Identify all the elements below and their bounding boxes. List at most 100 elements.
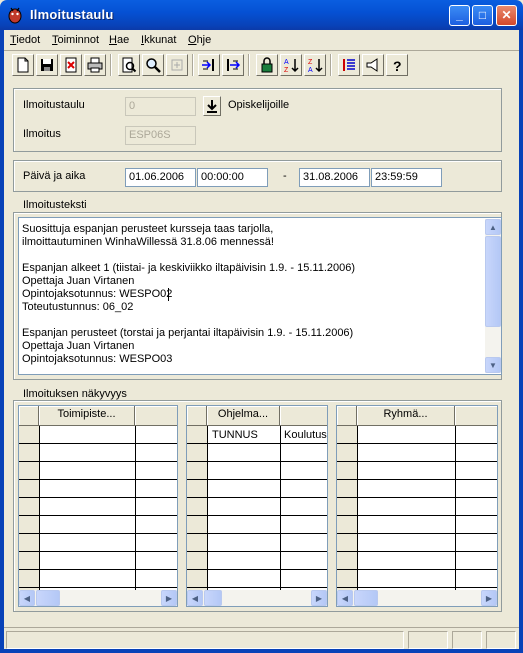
grid-col-line [207, 426, 208, 590]
delete-icon [65, 57, 77, 73]
new-icon [17, 57, 29, 73]
grid-cell[interactable]: TUNNUS [212, 429, 258, 441]
broadcast-button[interactable] [362, 54, 384, 76]
menu-divider [4, 50, 519, 51]
text-line: Opintojaksotunnus: WESPO02 [22, 288, 173, 300]
close-button[interactable]: ✕ [496, 5, 517, 26]
save-button[interactable] [36, 54, 58, 76]
grid-col-line [357, 426, 358, 590]
close-icon: ✕ [501, 8, 512, 22]
start-time-field[interactable]: 00:00:00 [197, 168, 268, 187]
import-button[interactable] [198, 54, 220, 76]
scroll-up-button[interactable]: ▲ [485, 219, 501, 235]
text-cursor [168, 288, 169, 301]
grid-col-line [135, 426, 136, 590]
grid-toimipiste[interactable]: Toimipiste... ◀ ▶ [18, 405, 178, 607]
lock-button[interactable] [256, 54, 278, 76]
list-icon [343, 59, 355, 71]
download-arrow-icon [207, 100, 217, 113]
print-button[interactable] [84, 54, 106, 76]
grid-col-line [39, 426, 40, 590]
notice-textarea[interactable]: Suosittuja espanjan perusteet kursseja t… [18, 217, 502, 375]
maximize-button[interactable]: □ [472, 5, 493, 26]
text-line: Espanjan alkeet 1 (tiistai- ja keskiviik… [22, 262, 356, 274]
grid-cell[interactable]: Koulutus [284, 429, 327, 441]
board-picker-button[interactable] [203, 96, 221, 116]
menu-hae[interactable]: Hae [109, 32, 129, 48]
list-button[interactable] [338, 54, 360, 76]
chevron-left-icon: ◀ [191, 593, 199, 603]
notice-label: Ilmoitus [23, 128, 61, 140]
status-divider [4, 627, 519, 628]
scroll-right-button[interactable]: ▶ [161, 590, 177, 606]
scroll-thumb[interactable] [354, 590, 378, 606]
text-line: Toteutustunnus: 06_02 [22, 301, 134, 313]
notice-field[interactable]: ESP06S [125, 126, 196, 145]
text-line: Espanjan perusteet (torstai ja perjantai… [22, 327, 354, 339]
scroll-right-button[interactable]: ▶ [311, 590, 327, 606]
text-line: Opettaja Juan Virtanen [22, 340, 135, 352]
minimize-button[interactable]: _ [449, 5, 470, 26]
text-line: ilmoittautuminen WinhaWillessä 31.8.06 m… [22, 236, 274, 248]
status-panel [408, 631, 448, 649]
scroll-thumb[interactable] [36, 590, 60, 606]
board-field[interactable]: 0 [125, 97, 196, 116]
scroll-left-button[interactable]: ◀ [337, 590, 353, 606]
preview-button[interactable] [118, 54, 140, 76]
sort-asc-button[interactable]: AZ [280, 54, 302, 76]
insert-button[interactable] [166, 54, 188, 76]
grid-header[interactable]: Ryhmä... [357, 406, 455, 426]
grid-hscrollbar[interactable]: ◀ ▶ [19, 590, 177, 606]
grid-corner [19, 406, 39, 426]
svg-text:?: ? [393, 58, 402, 73]
chevron-down-icon: ▼ [489, 360, 497, 370]
delete-button[interactable] [60, 54, 82, 76]
grid-header-extra[interactable] [455, 406, 497, 426]
start-date-field[interactable]: 01.06.2006 [125, 168, 196, 187]
scroll-right-button[interactable]: ▶ [481, 590, 497, 606]
window-title: Ilmoitustaulu [30, 7, 114, 22]
export-button[interactable] [222, 54, 244, 76]
svg-text:A: A [284, 59, 289, 66]
scroll-thumb[interactable] [204, 590, 222, 606]
help-button[interactable]: ? [386, 54, 408, 76]
date-separator: - [283, 170, 287, 182]
grid-header[interactable]: Ohjelma... [207, 406, 280, 426]
toolbar-separator [110, 54, 112, 76]
insert-icon [171, 59, 183, 71]
menu-ohje[interactable]: Ohje [188, 32, 211, 48]
grid-header[interactable]: Toimipiste... [39, 406, 135, 426]
scroll-thumb[interactable] [485, 236, 501, 327]
chevron-left-icon: ◀ [23, 593, 31, 603]
window-frame-bottom [0, 649, 523, 653]
menu-toiminnot[interactable]: Toiminnot [52, 32, 99, 48]
grid-corner [337, 406, 357, 426]
end-time-field[interactable]: 23:59:59 [371, 168, 442, 187]
grid-hscrollbar[interactable]: ◀ ▶ [337, 590, 497, 606]
grid-rows[interactable] [19, 426, 177, 590]
chevron-left-icon: ◀ [341, 593, 349, 603]
status-panel [452, 631, 482, 649]
end-date-field[interactable]: 31.08.2006 [299, 168, 370, 187]
grid-hscrollbar[interactable]: ◀ ▶ [187, 590, 327, 606]
menu-ikkunat[interactable]: Ikkunat [141, 32, 176, 48]
export-icon [227, 59, 241, 71]
scroll-down-button[interactable]: ▼ [485, 357, 501, 373]
menu-tiedot[interactable]: Tiedot [10, 32, 40, 48]
grid-rows[interactable] [187, 426, 327, 590]
grid-rows[interactable] [337, 426, 497, 590]
lock-icon [261, 57, 273, 73]
new-button[interactable] [12, 54, 34, 76]
search-button[interactable] [142, 54, 164, 76]
grid-ryhma[interactable]: Ryhmä... ◀ ▶ [336, 405, 498, 607]
scroll-left-button[interactable]: ◀ [187, 590, 203, 606]
grid-ohjelma[interactable]: Ohjelma... TUNNUS Koulutus ◀ ▶ [186, 405, 328, 607]
grid-header-extra[interactable] [135, 406, 177, 426]
text-vscrollbar[interactable]: ▲ ▼ [485, 219, 501, 373]
header-group [13, 88, 502, 152]
text-line: Opintojaksotunnus: WESPO03 [22, 353, 173, 365]
grid-header-extra[interactable] [280, 406, 327, 426]
scroll-left-button[interactable]: ◀ [19, 590, 35, 606]
sort-desc-button[interactable]: ZA [304, 54, 326, 76]
window-frame-left [0, 30, 4, 653]
